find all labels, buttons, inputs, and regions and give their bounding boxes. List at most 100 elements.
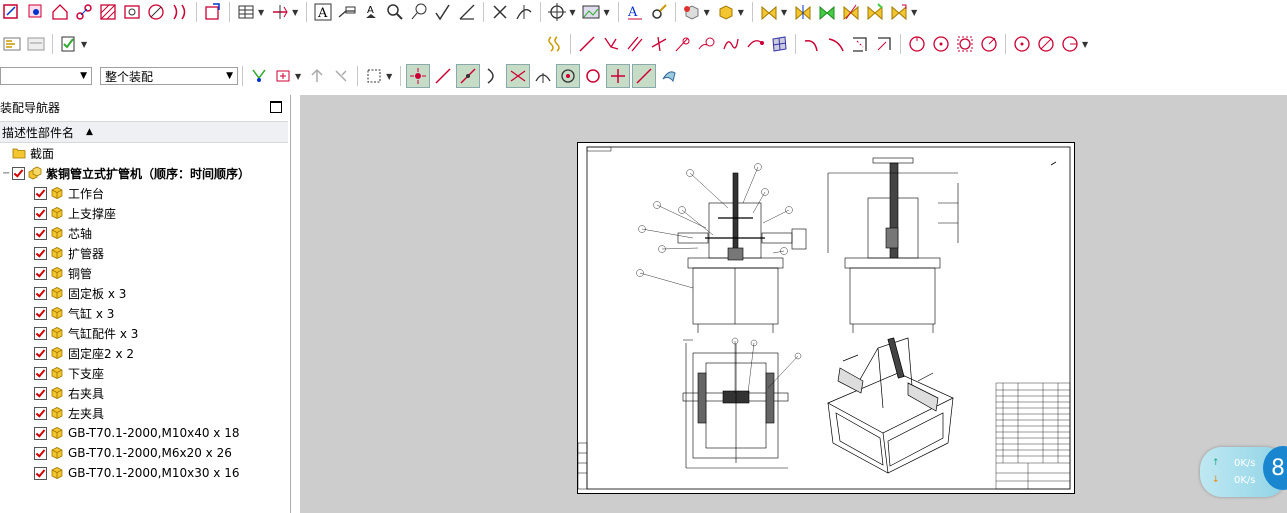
visibility-checkbox[interactable] (34, 326, 47, 340)
circle-radius-icon[interactable] (1011, 33, 1033, 55)
snap-on-curve-icon[interactable] (632, 64, 657, 88)
perpendicular-line-icon[interactable] (648, 33, 670, 55)
table-tool-icon[interactable] (235, 1, 257, 23)
corner-trim-icon[interactable] (849, 33, 871, 55)
leader-note-icon[interactable] (336, 1, 358, 23)
house-view-icon[interactable] (49, 1, 71, 23)
chamfer-arc-icon[interactable] (825, 33, 847, 55)
tree-component-item[interactable]: 气缸配件 x 3 (34, 323, 138, 343)
visibility-checkbox[interactable] (34, 186, 47, 200)
visibility-checkbox[interactable] (34, 346, 47, 360)
center-mark-icon[interactable] (546, 1, 568, 23)
tree-component-item[interactable]: 左夹具 (34, 403, 104, 423)
box-select-icon[interactable] (363, 65, 385, 87)
visibility-checkbox[interactable] (34, 406, 47, 420)
chevron-down-icon[interactable]: ▼ (911, 8, 917, 17)
chevron-down-icon[interactable]: ▼ (386, 72, 392, 81)
column-header[interactable]: 描述性部件名 ▲ (0, 121, 288, 143)
visibility-checkbox[interactable] (12, 166, 25, 180)
snap-midpoint-icon[interactable] (456, 64, 481, 88)
chevron-down-icon[interactable]: ▼ (295, 72, 301, 81)
drawing-sheet[interactable] (577, 142, 1075, 494)
assembly-tree-icon[interactable] (1, 33, 23, 55)
chevron-down-icon[interactable]: ▼ (292, 8, 298, 17)
visibility-checkbox[interactable] (34, 426, 47, 440)
tree-component-item[interactable]: 上支撑座 (34, 203, 116, 223)
part-cube-icon[interactable] (681, 1, 703, 23)
chevron-down-icon[interactable]: ▼ (1082, 40, 1088, 49)
section-view-icon[interactable] (145, 1, 167, 23)
add-component-icon[interactable] (272, 65, 294, 87)
spline-tool-icon[interactable] (720, 33, 742, 55)
circle-offset-icon[interactable] (978, 33, 1000, 55)
circle-tangent-icon[interactable] (930, 33, 952, 55)
visibility-checkbox[interactable] (34, 206, 47, 220)
constraint-align-icon[interactable] (792, 1, 814, 23)
constraint-angle-icon[interactable] (840, 1, 862, 23)
circle-three-point-icon[interactable] (954, 33, 976, 55)
dimension-tool-icon[interactable] (269, 1, 291, 23)
extend-corner-icon[interactable] (873, 33, 895, 55)
constraint-parallel-icon[interactable] (864, 1, 886, 23)
snap-endpoint-icon[interactable] (406, 64, 431, 88)
snap-tangent-icon[interactable] (532, 65, 554, 87)
visibility-checkbox[interactable] (34, 226, 47, 240)
chevron-down-icon[interactable]: ▼ (569, 8, 575, 17)
surface-finish-icon[interactable] (432, 1, 454, 23)
tree-component-item[interactable]: 下支座 (34, 363, 104, 383)
image-insert-icon[interactable] (580, 1, 602, 23)
tree-component-item[interactable]: 固定板 x 3 (34, 283, 126, 303)
move-disabled-icon[interactable] (306, 65, 328, 87)
select-filter-icon[interactable] (248, 65, 270, 87)
snap-curve-icon[interactable] (482, 65, 504, 87)
constraint-fix-icon[interactable] (816, 1, 838, 23)
visibility-checkbox[interactable] (34, 446, 47, 460)
tree-component-item[interactable]: 扩管器 (34, 243, 104, 263)
tree-folder-section[interactable]: 截面 (12, 143, 54, 163)
type-filter-select[interactable]: ▼ (0, 67, 92, 85)
component-tool-icon[interactable] (25, 1, 47, 23)
bolt-circle-icon[interactable] (513, 1, 535, 23)
chevron-down-icon[interactable]: ▼ (603, 8, 609, 17)
tree-component-item[interactable]: 气缸 x 3 (34, 303, 114, 323)
link-tool-icon[interactable] (73, 1, 95, 23)
tree-component-item[interactable]: GB-T70.1-2000,M6x20 x 26 (34, 443, 232, 463)
visibility-checkbox[interactable] (34, 286, 47, 300)
curve-offset-icon[interactable] (744, 33, 766, 55)
tree-component-item[interactable]: 铜管 (34, 263, 92, 283)
chevron-down-icon[interactable]: ▼ (738, 8, 744, 17)
visibility-checkbox[interactable] (34, 466, 47, 480)
constraint-touch-icon[interactable] (758, 1, 780, 23)
circle-diameter-icon[interactable] (1035, 33, 1057, 55)
visibility-checkbox[interactable] (34, 306, 47, 320)
tree-component-item[interactable]: 右夹具 (34, 383, 104, 403)
line-tool-icon[interactable] (576, 33, 598, 55)
assembly-scope-select[interactable]: 整个装配 ▼ (100, 67, 238, 85)
circle-point-icon[interactable] (1059, 33, 1081, 55)
snap-quadrant-icon[interactable] (582, 65, 604, 87)
tree-component-item[interactable]: 固定座2 x 2 (34, 343, 134, 363)
arc-line-icon[interactable] (696, 33, 718, 55)
tangent-line-icon[interactable] (672, 33, 694, 55)
chevron-down-icon[interactable]: ▼ (704, 8, 710, 17)
tree-root-assembly[interactable]: − 紫铜管立式扩管机（顺序：时间顺序） (2, 163, 250, 183)
checklist-edit-icon[interactable] (58, 33, 80, 55)
assembly-cube-icon[interactable] (715, 1, 737, 23)
drawing-sheet-icon[interactable] (25, 33, 47, 55)
tree-component-item[interactable]: 工作台 (34, 183, 104, 203)
tree-component-item[interactable]: GB-T70.1-2000,M10x40 x 18 (34, 423, 240, 443)
chevron-down-icon[interactable]: ▼ (781, 8, 787, 17)
tree-component-item[interactable]: 芯轴 (34, 223, 92, 243)
assembly-tool-icon[interactable] (1, 1, 23, 23)
constraint-distance-icon[interactable] (888, 1, 910, 23)
break-view-icon[interactable] (169, 1, 191, 23)
collapse-icon[interactable]: − (2, 168, 12, 179)
hatch-tool-icon[interactable] (97, 1, 119, 23)
sort-ascending-icon[interactable]: ▲ (86, 127, 93, 137)
settings-tools-icon[interactable] (648, 1, 670, 23)
zoom-magnifier-icon[interactable] (384, 1, 406, 23)
tree-component-item[interactable]: GB-T70.1-2000,M10x30 x 16 (34, 463, 240, 483)
snap-center-icon[interactable] (556, 64, 581, 88)
detail-view-icon[interactable] (121, 1, 143, 23)
weld-symbol-icon[interactable] (456, 1, 478, 23)
